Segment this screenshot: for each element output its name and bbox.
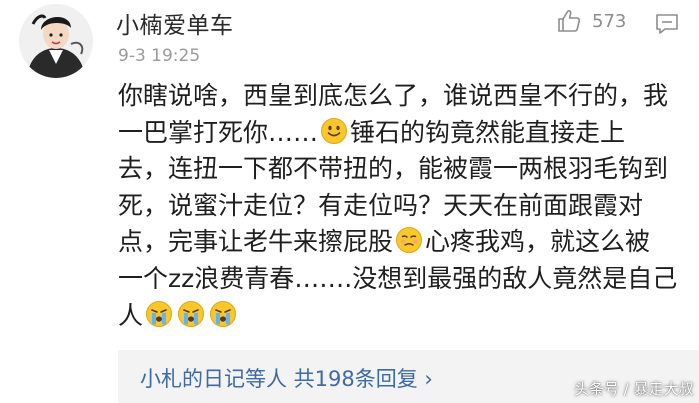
comment-line: 去，连扭一下都不带扭的，能被霞一两根羽毛钩到	[118, 151, 690, 188]
comment-line: 人	[118, 298, 690, 335]
disappointed-emoji-icon	[395, 226, 423, 254]
avatar-image	[19, 4, 93, 78]
like-button[interactable]: 573	[556, 8, 626, 34]
comment-line: 你瞎说啥，西皇到底怎么了，谁说西皇不行的，我	[118, 78, 690, 115]
crying-emoji-icon	[177, 300, 205, 328]
replies-summary[interactable]: 小札的日记等人 共198条回复 ›	[140, 363, 433, 393]
comment-line: 点，完事让老牛来擦屁股 心疼我鸡，就这么被	[118, 224, 690, 261]
crying-emoji-icon	[209, 300, 237, 328]
username[interactable]: 小楠爱单车	[116, 6, 234, 40]
comment-line: 一巴掌打死你…… 锤石的钩竟然能直接走上	[118, 115, 690, 152]
comment-text: 心疼我鸡，就这么被	[425, 227, 651, 257]
avatar[interactable]	[19, 4, 93, 78]
comment-item: 小楠爱单车 9-3 19:25 573 你瞎说啥，西皇到底怎么了，谁说西皇不行的…	[0, 0, 699, 403]
comment-text: 死，说蜜汁走位？有走位吗？天天在前面跟霞对	[118, 190, 644, 220]
thumbs-up-icon	[556, 8, 582, 34]
comment-reply-icon[interactable]	[654, 12, 680, 36]
comment-text: 一个zz浪费青春…….没想到最强的敌人竟然是自己	[118, 263, 678, 293]
watermark: 头条号 / 暴走大叔	[574, 380, 694, 398]
smile-emoji-icon	[320, 117, 348, 145]
comment-line: 死，说蜜汁走位？有走位吗？天天在前面跟霞对	[118, 188, 690, 225]
comment-line: 一个zz浪费青春…….没想到最强的敌人竟然是自己	[118, 261, 690, 298]
timestamp: 9-3 19:25	[118, 46, 201, 66]
comment-text: 你瞎说啥，西皇到底怎么了，谁说西皇不行的，我	[118, 81, 669, 110]
comment-body: 你瞎说啥，西皇到底怎么了，谁说西皇不行的，我 一巴掌打死你…… 锤石的钩竟然能直接…	[118, 78, 690, 334]
comment-text: 去，连扭一下都不带扭的，能被霞一两根羽毛钩到	[118, 154, 669, 184]
comment-text: 点，完事让老牛来擦屁股	[118, 227, 394, 257]
crying-emoji-icon	[145, 300, 173, 328]
view-replies-button[interactable]: 小札的日记等人 共198条回复 › 头条号 / 暴走大叔	[118, 350, 699, 403]
like-count: 573	[592, 10, 627, 32]
comment-text: 人	[118, 300, 144, 330]
comment-text: 锤石的钩竟然能直接走上	[350, 117, 626, 147]
comment-text: 一巴掌打死你……	[118, 117, 319, 147]
